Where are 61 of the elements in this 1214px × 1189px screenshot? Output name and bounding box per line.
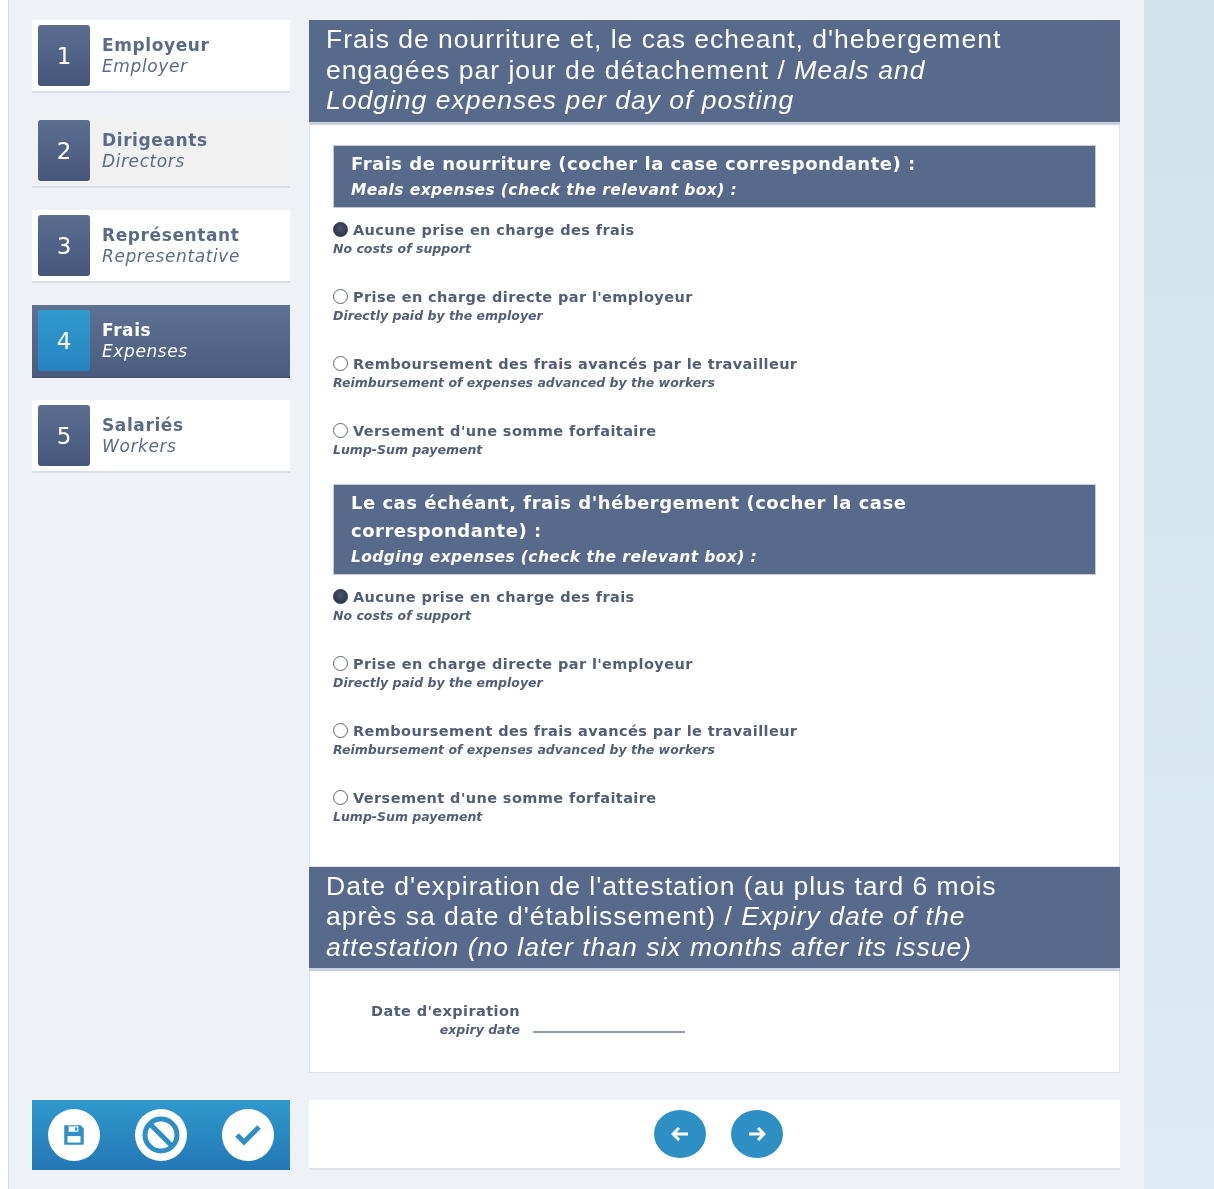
radio-button[interactable]	[333, 222, 348, 237]
right-arrow-icon	[748, 1127, 766, 1141]
option-sublabel: Reimbursement of expenses advanced by the workers	[333, 374, 716, 390]
step-title: Employeur	[102, 34, 210, 56]
option-sublabel: No costs of support	[333, 607, 473, 623]
step-subtitle: Directors	[102, 150, 186, 172]
radio-button[interactable]	[333, 289, 348, 304]
step-subtitle: Employer	[102, 55, 189, 77]
checkmark-icon	[234, 1123, 262, 1147]
option-label: Versement d'une somme forfaitaire	[353, 422, 657, 439]
step-title: Frais	[102, 319, 153, 341]
radio-button[interactable]	[333, 589, 348, 604]
option-label: Prise en charge directe par l'employeur	[353, 655, 693, 672]
step-title: Salariés	[102, 414, 184, 436]
cancel-button[interactable]	[135, 1109, 187, 1161]
option-sublabel: Lump-Sum payement	[333, 441, 484, 457]
option-sublabel: No costs of support	[333, 240, 473, 256]
group-subtitle: Lodging expenses (check the relevant box) :	[351, 546, 759, 568]
radio-button[interactable]	[333, 656, 348, 671]
radio-button[interactable]	[333, 356, 348, 371]
option-label: Versement d'une somme forfaitaire	[353, 789, 657, 806]
step-number: 2	[38, 120, 90, 181]
radio-button[interactable]	[333, 423, 348, 438]
left-arrow-icon	[671, 1127, 689, 1141]
section-title: Date d'expiration de l'attestation (au plus tard 6 mois après sa date d'établissement) / Expiry date of the attestation (no later than six months after its issue)	[309, 866, 1120, 971]
step-tab[interactable]: 2 Dirigeants Directors	[32, 115, 290, 188]
step-number: 4	[38, 310, 90, 371]
step-tab[interactable]: 4 Frais Expenses	[32, 305, 290, 378]
option-sublabel: Lump-Sum payement	[333, 808, 484, 824]
radio-button[interactable]	[333, 790, 348, 805]
step-title: Dirigeants	[102, 129, 208, 151]
option-sublabel: Directly paid by the employer	[333, 674, 545, 690]
group-title: Le cas échéant, frais d'hébergement (cocher la case correspondante) :	[351, 490, 908, 543]
option-label: Aucune prise en charge des frais	[353, 588, 635, 605]
option-label: Remboursement des frais avancés par le travailleur	[353, 355, 798, 372]
save-button[interactable]	[48, 1109, 100, 1161]
option-sublabel: Reimbursement of expenses advanced by the workers	[333, 741, 716, 757]
step-number: 5	[38, 405, 90, 466]
option-label: Prise en charge directe par l'employeur	[353, 288, 693, 305]
confirm-button[interactable]	[222, 1109, 274, 1161]
step-tab[interactable]: 5 Salariés Workers	[32, 400, 290, 473]
step-number: 3	[38, 215, 90, 276]
next-button[interactable]	[731, 1110, 783, 1158]
step-number: 1	[38, 25, 90, 86]
radio-button[interactable]	[333, 723, 348, 738]
group-subtitle: Meals expenses (check the relevant box) :	[351, 179, 739, 201]
step-subtitle: Representative	[102, 245, 240, 267]
step-subtitle: Workers	[102, 435, 178, 457]
option-sublabel: Directly paid by the employer	[333, 307, 545, 323]
section-title: Frais de nourriture et, le cas echeant, d'hebergement engagées par jour de détachement / Meals and Lodging expenses per day of posting	[309, 20, 1120, 125]
field-label: Date d'expiration	[371, 1003, 520, 1019]
step-subtitle: Expenses	[102, 340, 188, 362]
field-sublabel: expiry date	[439, 1022, 520, 1037]
option-label: Aucune prise en charge des frais	[353, 221, 635, 238]
step-title: Représentant	[102, 224, 240, 246]
option-label: Remboursement des frais avancés par le travailleur	[353, 722, 798, 739]
prohibited-icon	[141, 1115, 181, 1155]
previous-button[interactable]	[654, 1110, 706, 1158]
step-tab[interactable]: 3 Représentant Representative	[32, 210, 290, 283]
step-tab[interactable]: 1 Employeur Employer	[32, 20, 290, 93]
group-title: Frais de nourriture (cocher la case correspondante) :	[351, 151, 917, 176]
